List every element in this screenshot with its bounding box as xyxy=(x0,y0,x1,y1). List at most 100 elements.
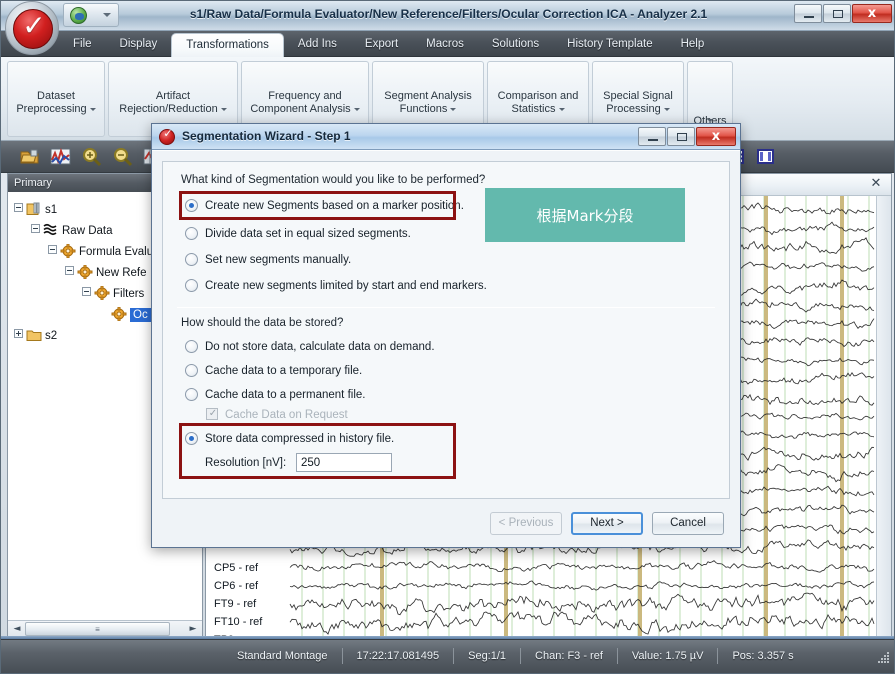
tree-node-label: Oc xyxy=(130,308,151,322)
title-bar: s1/Raw Data/Formula Evaluator/New Refere… xyxy=(1,1,894,31)
radio-label: Store data compressed in history file. xyxy=(205,433,395,445)
gear-icon xyxy=(94,285,110,301)
quick-access-button[interactable] xyxy=(63,3,119,27)
waveform-chart-icon[interactable] xyxy=(50,146,71,167)
app-logo[interactable]: ✓ xyxy=(5,1,59,55)
cancel-button[interactable]: Cancel xyxy=(652,512,724,535)
radio-dot-icon xyxy=(185,432,198,445)
radio-dot-icon xyxy=(185,279,198,292)
dialog-title: Segmentation Wizard - Step 1 xyxy=(182,129,351,143)
tree-node-label: s1 xyxy=(45,204,58,216)
menu-tab-solutions[interactable]: Solutions xyxy=(478,31,553,57)
dialog-close-button[interactable]: x xyxy=(696,127,736,146)
menu-bar: File Display Transformations Add Ins Export M… xyxy=(1,31,894,57)
radio-cache-permanent[interactable]: Cache data to a permanent file. xyxy=(185,387,365,403)
dialog-content-panel: What kind of Segmentation would you like… xyxy=(162,161,730,499)
tree-expander-toggle[interactable] xyxy=(14,329,23,338)
tree-expander-toggle[interactable] xyxy=(48,245,57,254)
menu-tab-macros[interactable]: Macros xyxy=(412,31,478,57)
radio-marker-position[interactable]: Create new Segments based on a marker po… xyxy=(185,198,464,214)
chevron-down-icon xyxy=(558,108,565,111)
dialog-minimize-button[interactable] xyxy=(638,127,666,146)
status-field: 17:22:17.081495 xyxy=(341,648,454,664)
gear-icon xyxy=(77,264,93,280)
radio-no-store[interactable]: Do not store data, calculate data on dem… xyxy=(185,339,435,355)
eeg-vertical-scrollbar[interactable] xyxy=(876,196,891,637)
next-button[interactable]: Next > xyxy=(571,512,643,535)
tree-horizontal-scrollbar[interactable]: ◄ ≡ ► xyxy=(8,620,202,637)
zoom-out-icon[interactable] xyxy=(112,146,133,167)
storage-question-label: How should the data be stored? xyxy=(181,317,344,329)
close-button[interactable]: x xyxy=(852,4,892,23)
radio-start-end-markers[interactable]: Create new segments limited by start and… xyxy=(185,278,487,294)
segmentation-wizard-dialog: Segmentation Wizard - Step 1 x What kind… xyxy=(151,123,741,548)
radio-equal-sized[interactable]: Divide data set in equal sized segments. xyxy=(185,226,411,242)
menu-tab-export[interactable]: Export xyxy=(351,31,412,57)
previous-button[interactable]: < Previous xyxy=(490,512,562,535)
gear-icon xyxy=(60,243,76,259)
dataset-folder-icon xyxy=(26,202,42,216)
menu-tab-help[interactable]: Help xyxy=(667,31,719,57)
open-folder-icon[interactable] xyxy=(19,146,40,167)
resize-grip-icon[interactable] xyxy=(878,652,890,664)
radio-label: Cache data to a permanent file. xyxy=(205,389,366,401)
menu-tab-label: Help xyxy=(680,38,705,50)
scroll-right-arrow[interactable]: ► xyxy=(186,622,200,636)
maximize-icon xyxy=(833,10,843,18)
status-field: Value: 1.75 µV xyxy=(616,648,718,664)
vertical-layout-icon[interactable] xyxy=(755,146,776,167)
radio-label: Divide data set in equal sized segments. xyxy=(205,228,411,240)
checkmark-icon xyxy=(206,406,219,422)
radio-dot-icon xyxy=(185,199,198,212)
app-logo-circle: ✓ xyxy=(13,9,53,49)
radio-dot-icon xyxy=(185,227,198,240)
globe-icon xyxy=(70,7,87,24)
tree-node-label: Raw Data xyxy=(62,225,113,237)
resolution-label: Resolution [nV]: xyxy=(205,457,287,469)
menu-tab-file[interactable]: File xyxy=(59,31,106,57)
tree-expander-toggle[interactable] xyxy=(31,224,40,233)
radio-label: Cache data to a temporary file. xyxy=(205,365,363,377)
menu-tabs: File Display Transformations Add Ins Export M… xyxy=(59,31,718,57)
eeg-close-icon[interactable]: ✕ xyxy=(869,177,883,191)
menu-tab-label: Macros xyxy=(426,38,464,50)
menu-tab-history-template[interactable]: History Template xyxy=(553,31,666,57)
dialog-maximize-button[interactable] xyxy=(667,127,695,146)
analyzer-application-window: s1/Raw Data/Formula Evaluator/New Refere… xyxy=(0,0,895,674)
menu-tab-label: File xyxy=(73,38,92,50)
maximize-button[interactable] xyxy=(823,4,851,23)
menu-tab-transformations[interactable]: Transformations xyxy=(171,33,284,57)
tree-expander-toggle[interactable] xyxy=(82,287,91,296)
radio-dot-icon xyxy=(185,388,198,401)
check-icon: ✓ xyxy=(22,9,46,42)
gear-icon xyxy=(111,306,127,322)
tree-expander-toggle[interactable] xyxy=(14,203,23,212)
analyzer-check-logo-icon xyxy=(159,127,176,145)
close-icon: x xyxy=(711,129,721,144)
scroll-thumb[interactable]: ≡ xyxy=(25,622,170,636)
radio-store-compressed[interactable]: Store data compressed in history file. xyxy=(185,431,394,447)
checkbox-cache-on-request: Cache Data on Request xyxy=(205,406,348,423)
menu-tab-display[interactable]: Display xyxy=(106,31,172,57)
radio-cache-temporary[interactable]: Cache data to a temporary file. xyxy=(185,363,362,379)
tree-node-label: s2 xyxy=(45,330,58,342)
tree-expander-toggle[interactable] xyxy=(65,266,74,275)
minimize-button[interactable] xyxy=(794,4,822,23)
radio-manual-segments[interactable]: Set new segments manually. xyxy=(185,252,351,268)
ribbon-group-dataset[interactable]: Dataset Preprocessing xyxy=(7,61,105,137)
status-fields: Standard Montage 17:22:17.081495 Seg:1/1 Ch… xyxy=(223,647,808,665)
status-field: Standard Montage xyxy=(237,650,328,662)
toolbar-left-icons xyxy=(19,146,164,167)
tree-node-label: Formula Evalu xyxy=(79,246,154,258)
scroll-left-arrow[interactable]: ◄ xyxy=(10,622,24,636)
annotation-callout: 根据Mark分段 xyxy=(485,188,685,242)
resolution-input[interactable] xyxy=(296,453,392,472)
close-icon: x xyxy=(867,6,877,21)
menu-tab-add-ins[interactable]: Add Ins xyxy=(284,31,351,57)
chevron-down-icon xyxy=(450,108,457,111)
chevron-down-icon xyxy=(89,108,96,111)
chevron-down-icon xyxy=(103,13,111,17)
menu-tab-label: Export xyxy=(364,38,399,50)
minimize-icon xyxy=(648,139,658,141)
zoom-in-icon[interactable] xyxy=(81,146,102,167)
